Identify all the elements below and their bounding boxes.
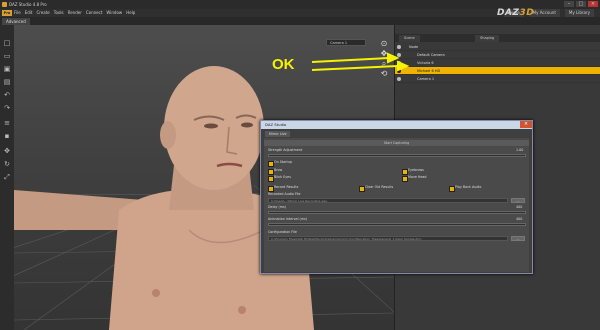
maximize-button[interactable]: □ xyxy=(576,1,586,7)
scene-row-camera-1[interactable]: Camera 1 xyxy=(395,75,600,83)
ok-callout-text: OK xyxy=(272,56,295,73)
move-icon[interactable]: ✥ xyxy=(3,147,11,155)
scene-tabs: Scene Shaping xyxy=(395,34,600,42)
menu-window[interactable]: Window xyxy=(106,9,122,17)
clear-old-results-checkbox[interactable]: Clear Old Results xyxy=(359,185,393,192)
save-as-icon[interactable]: ▤ xyxy=(3,78,11,86)
window-title: DAZ Studio 4.8 Pro xyxy=(9,2,47,7)
left-toolbar: □ ▭ ▣ ▤ ↶ ↷ ≡ ▪ ✥ ↻ ⤢ xyxy=(0,25,14,330)
redo-icon[interactable]: ↷ xyxy=(3,104,11,112)
menu-connect[interactable]: Connect xyxy=(86,9,103,17)
callout-arrows xyxy=(311,52,410,72)
strength-label: Strength Adjustment xyxy=(268,148,303,152)
logo-accent: 3D xyxy=(519,8,535,18)
close-button[interactable]: × xyxy=(588,1,598,7)
scene-row-victoria-6[interactable]: Victoria 6 xyxy=(395,59,600,67)
dialog-close-button[interactable]: × xyxy=(520,121,532,128)
daz-studio-window: DAZ Studio 4.8 Pro – □ × Pro File Edit C… xyxy=(0,0,600,330)
mimic-live-dialog: DAZ Studio × Mimic Live Start Capturing … xyxy=(260,120,533,274)
scene-row-node[interactable]: Node xyxy=(395,43,600,51)
browse-audio-button[interactable]: ... xyxy=(511,198,525,203)
move-head-checkbox[interactable]: Move Head xyxy=(402,175,427,182)
tab-shaping[interactable]: Shaping xyxy=(475,35,500,42)
daz3d-logo: DAZ3D xyxy=(497,8,534,18)
render-icon[interactable]: ▪ xyxy=(3,132,11,140)
my-library-link[interactable]: My Library xyxy=(564,9,594,17)
browse-config-button[interactable]: ... xyxy=(511,236,525,241)
tab-mimic-live[interactable]: Mimic Live xyxy=(265,131,291,137)
menu-help[interactable]: Help xyxy=(126,9,135,17)
pro-badge: Pro xyxy=(2,10,12,16)
animation-interval-label: Animation Interval (ms) xyxy=(268,217,308,221)
scene-row-label: Default Camera xyxy=(417,53,445,57)
delay-label: Delay (ms) xyxy=(268,205,287,209)
render-settings-icon[interactable]: ≡ xyxy=(3,119,11,127)
logo-text: DAZ xyxy=(497,8,520,18)
orbit-icon[interactable]: ⊙ xyxy=(378,39,390,49)
undo-icon[interactable]: ↶ xyxy=(3,91,11,99)
menu-items: File Edit Create Tools Render Connect Wi… xyxy=(14,9,135,17)
animation-interval-slider[interactable] xyxy=(268,223,526,226)
camera-select[interactable]: Camera 1 xyxy=(326,39,366,46)
menu-file[interactable]: File xyxy=(14,9,21,17)
scene-row-label: Camera 1 xyxy=(417,77,435,81)
app-icon xyxy=(2,2,7,7)
new-icon[interactable]: □ xyxy=(3,39,11,47)
menu-render[interactable]: Render xyxy=(68,9,82,17)
start-capturing-button[interactable]: Start Capturing xyxy=(264,140,529,146)
scene-row-label: Michael 6 HD xyxy=(417,69,441,73)
eyebrows-checkbox[interactable]: Eyebrows xyxy=(402,168,424,175)
recorded-audio-field[interactable]: C:\Users\...\Mimic Live Recording.wav xyxy=(268,198,508,203)
minimize-button[interactable]: – xyxy=(564,1,574,7)
blink-eyes-checkbox[interactable]: Blink Eyes xyxy=(268,175,291,182)
scale-icon[interactable]: ⤢ xyxy=(3,173,11,181)
menu-tools[interactable]: Tools xyxy=(54,9,64,17)
delay-value[interactable]: 400 xyxy=(516,205,522,210)
dialog-body: Start Capturing Strength Adjustment 1.00… xyxy=(264,138,529,272)
save-icon[interactable]: ▣ xyxy=(3,65,11,73)
recorded-audio-label: Recorded Audio File xyxy=(268,192,301,196)
config-file-field[interactable]: C:\Program Files\DAZ 3D\DAZStudio4\plugi… xyxy=(268,236,508,241)
strength-slider[interactable] xyxy=(268,154,526,157)
menu-edit[interactable]: Edit xyxy=(25,9,33,17)
scene-row-michael-6-hd[interactable]: Michael 6 HD xyxy=(395,67,600,75)
dialog-title-bar: DAZ Studio × xyxy=(261,121,532,129)
dialog-title: DAZ Studio xyxy=(265,122,287,127)
record-results-checkbox[interactable]: Record Results xyxy=(268,185,298,192)
tab-advanced[interactable]: Advanced xyxy=(2,18,30,25)
strength-value[interactable]: 1.00 xyxy=(516,148,523,153)
layout-tab-strip: Advanced xyxy=(0,17,600,25)
eye-icon[interactable] xyxy=(397,45,401,49)
scene-row-default-camera[interactable]: Default Camera xyxy=(395,51,600,59)
delay-slider[interactable] xyxy=(268,211,526,214)
config-file-label: Configuration File xyxy=(268,230,297,234)
brow-checkbox[interactable]: Brow xyxy=(268,168,282,175)
animation-interval-value[interactable]: 400 xyxy=(516,217,522,222)
menu-create[interactable]: Create xyxy=(36,9,49,17)
on-startup-checkbox[interactable]: On Startup xyxy=(268,160,292,167)
window-controls: – □ × xyxy=(564,1,598,7)
tab-scene[interactable]: Scene xyxy=(399,35,420,42)
scene-row-label: Victoria 6 xyxy=(417,61,434,65)
scene-node-list: Node Default Camera Victoria 6 Michael 6… xyxy=(395,43,600,83)
scene-row-label: Node xyxy=(409,45,419,49)
play-back-audio-checkbox[interactable]: Play Back Audio xyxy=(449,185,481,192)
rotate-icon[interactable]: ↻ xyxy=(3,160,11,168)
open-icon[interactable]: ▭ xyxy=(3,52,11,60)
